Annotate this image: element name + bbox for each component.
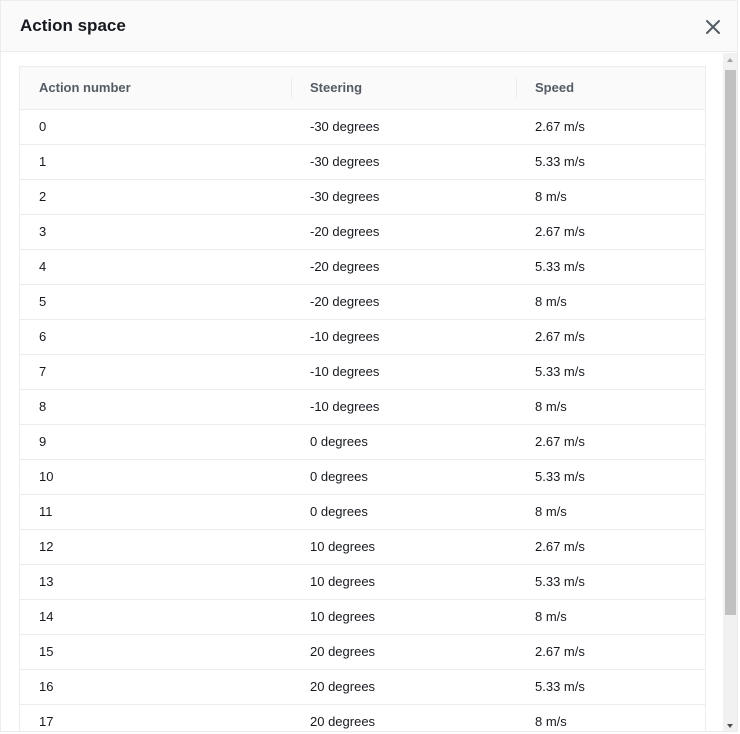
cell-speed: 8 m/s bbox=[535, 294, 567, 309]
cell-steering: 20 degrees bbox=[310, 679, 376, 694]
cell-speed: 2.67 m/s bbox=[535, 119, 585, 134]
table-row: 9 0 degrees 2.67 m/s bbox=[20, 425, 705, 460]
cell-speed: 8 m/s bbox=[535, 189, 567, 204]
cell-action-number: 9 bbox=[39, 434, 47, 449]
cell-steering: -30 degrees bbox=[310, 189, 380, 204]
cell-steering: -30 degrees bbox=[310, 119, 380, 134]
cell-speed: 2.67 m/s bbox=[535, 644, 585, 659]
cell-steering: -10 degrees bbox=[310, 364, 380, 379]
table-row: 1 -30 degrees 5.33 m/s bbox=[20, 145, 705, 180]
scroll-down-arrow-icon[interactable] bbox=[723, 718, 737, 731]
action-space-modal: Action space Action number Steering Spee… bbox=[0, 0, 738, 732]
scrollbar-thumb[interactable] bbox=[725, 70, 736, 615]
close-icon bbox=[706, 20, 720, 34]
cell-steering: -20 degrees bbox=[310, 224, 380, 239]
cell-action-number: 12 bbox=[39, 539, 54, 554]
cell-action-number: 6 bbox=[39, 329, 47, 344]
table-row: 5 -20 degrees 8 m/s bbox=[20, 285, 705, 320]
cell-action-number: 2 bbox=[39, 189, 47, 204]
cell-speed: 5.33 m/s bbox=[535, 574, 585, 589]
cell-speed: 8 m/s bbox=[535, 504, 567, 519]
cell-speed: 8 m/s bbox=[535, 714, 567, 729]
table-row: 0 -30 degrees 2.67 m/s bbox=[20, 110, 705, 145]
table-row: 10 0 degrees 5.33 m/s bbox=[20, 460, 705, 495]
cell-action-number: 15 bbox=[39, 644, 54, 659]
cell-steering: 20 degrees bbox=[310, 644, 376, 659]
cell-speed: 8 m/s bbox=[535, 399, 567, 414]
modal-body[interactable]: Action number Steering Speed 0 -30 degree… bbox=[1, 52, 723, 731]
cell-steering: 10 degrees bbox=[310, 539, 376, 554]
action-space-table: Action number Steering Speed 0 -30 degree… bbox=[19, 66, 706, 731]
cell-speed: 5.33 m/s bbox=[535, 259, 585, 274]
cell-steering: 20 degrees bbox=[310, 714, 376, 729]
column-header-steering[interactable]: Steering bbox=[310, 67, 362, 109]
cell-action-number: 5 bbox=[39, 294, 47, 309]
scroll-up-arrow-icon[interactable] bbox=[723, 53, 737, 68]
cell-steering: -30 degrees bbox=[310, 154, 380, 169]
cell-speed: 8 m/s bbox=[535, 609, 567, 624]
cell-action-number: 16 bbox=[39, 679, 54, 694]
modal-header: Action space bbox=[1, 1, 737, 52]
cell-action-number: 10 bbox=[39, 469, 54, 484]
table-row: 12 10 degrees 2.67 m/s bbox=[20, 530, 705, 565]
cell-steering: -10 degrees bbox=[310, 329, 380, 344]
table-row: 8 -10 degrees 8 m/s bbox=[20, 390, 705, 425]
cell-steering: 0 degrees bbox=[310, 469, 368, 484]
cell-speed: 2.67 m/s bbox=[535, 329, 585, 344]
cell-speed: 2.67 m/s bbox=[535, 539, 585, 554]
cell-action-number: 0 bbox=[39, 119, 47, 134]
cell-speed: 2.67 m/s bbox=[535, 224, 585, 239]
close-button[interactable] bbox=[701, 15, 725, 39]
cell-steering: 10 degrees bbox=[310, 574, 376, 589]
cell-action-number: 4 bbox=[39, 259, 47, 274]
table-row: 11 0 degrees 8 m/s bbox=[20, 495, 705, 530]
table-row: 15 20 degrees 2.67 m/s bbox=[20, 635, 705, 670]
cell-action-number: 3 bbox=[39, 224, 47, 239]
cell-speed: 5.33 m/s bbox=[535, 364, 585, 379]
column-divider[interactable] bbox=[291, 77, 292, 99]
cell-action-number: 7 bbox=[39, 364, 47, 379]
cell-action-number: 14 bbox=[39, 609, 54, 624]
table-row: 4 -20 degrees 5.33 m/s bbox=[20, 250, 705, 285]
cell-steering: -20 degrees bbox=[310, 259, 380, 274]
modal-title: Action space bbox=[20, 16, 126, 35]
table-row: 17 20 degrees 8 m/s bbox=[20, 705, 705, 731]
table-header: Action number Steering Speed bbox=[20, 67, 705, 110]
table-row: 2 -30 degrees 8 m/s bbox=[20, 180, 705, 215]
table-row: 14 10 degrees 8 m/s bbox=[20, 600, 705, 635]
cell-action-number: 1 bbox=[39, 154, 47, 169]
table-body: 0 -30 degrees 2.67 m/s 1 -30 degrees 5.33 m/s… bbox=[20, 110, 705, 731]
column-header-speed[interactable]: Speed bbox=[535, 67, 574, 109]
cell-speed: 5.33 m/s bbox=[535, 679, 585, 694]
cell-steering: 10 degrees bbox=[310, 609, 376, 624]
table-row: 16 20 degrees 5.33 m/s bbox=[20, 670, 705, 705]
table-row: 13 10 degrees 5.33 m/s bbox=[20, 565, 705, 600]
table-row: 6 -10 degrees 2.67 m/s bbox=[20, 320, 705, 355]
cell-action-number: 8 bbox=[39, 399, 47, 414]
cell-action-number: 11 bbox=[39, 504, 53, 519]
table-row: 3 -20 degrees 2.67 m/s bbox=[20, 215, 705, 250]
column-divider[interactable] bbox=[516, 77, 517, 99]
cell-speed: 5.33 m/s bbox=[535, 154, 585, 169]
cell-action-number: 17 bbox=[39, 714, 54, 729]
cell-steering: -20 degrees bbox=[310, 294, 380, 309]
cell-steering: -10 degrees bbox=[310, 399, 380, 414]
cell-steering: 0 degrees bbox=[310, 504, 368, 519]
cell-speed: 2.67 m/s bbox=[535, 434, 585, 449]
cell-steering: 0 degrees bbox=[310, 434, 368, 449]
table-row: 7 -10 degrees 5.33 m/s bbox=[20, 355, 705, 390]
cell-action-number: 13 bbox=[39, 574, 54, 589]
cell-speed: 5.33 m/s bbox=[535, 469, 585, 484]
column-header-action-number[interactable]: Action number bbox=[39, 67, 131, 109]
vertical-scrollbar[interactable] bbox=[723, 53, 737, 731]
